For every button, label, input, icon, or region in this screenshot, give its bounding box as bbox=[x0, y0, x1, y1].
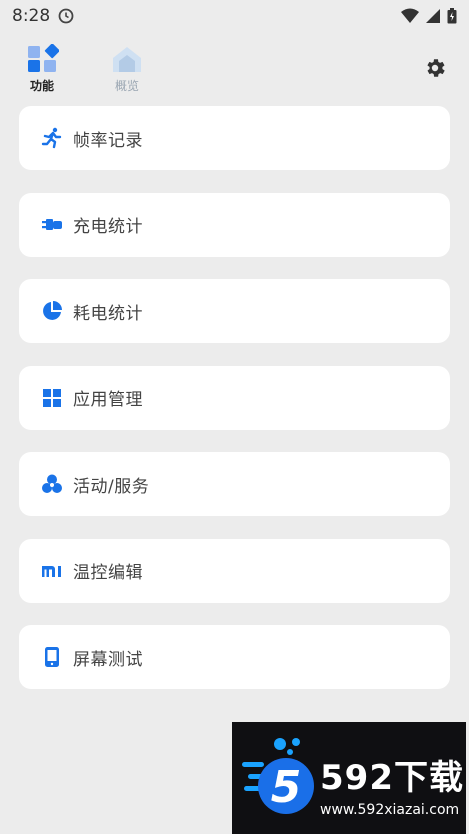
svg-text:5: 5 bbox=[271, 762, 302, 813]
cellular-signal-icon bbox=[426, 9, 440, 23]
status-time: 8:28 bbox=[12, 6, 51, 26]
home-icon bbox=[113, 47, 141, 72]
menu-item-activities-services[interactable]: 活动/服务 bbox=[19, 452, 450, 516]
watermark-592xiazai: 5 592下载 www.592xiazai.com bbox=[232, 722, 466, 834]
menu-item-charging-stats[interactable]: 充电统计 bbox=[19, 192, 450, 257]
feature-menu: 帧率记录 充电统计 耗电统计 应用管理 活动/服务 温控编辑 屏幕测试 bbox=[19, 106, 450, 712]
watermark-url: www.592xiazai.com bbox=[320, 802, 460, 818]
menu-item-power-consumption-stats[interactable]: 耗电统计 bbox=[19, 279, 450, 343]
status-bar: 8:28 bbox=[0, 0, 469, 32]
tab-label: 功能 bbox=[29, 79, 54, 93]
running-icon bbox=[41, 127, 63, 149]
grid-icon bbox=[41, 387, 63, 409]
phone-screen-icon bbox=[41, 646, 63, 668]
menu-item-label: 应用管理 bbox=[73, 390, 143, 410]
menu-item-thermal-control-edit[interactable]: 温控编辑 bbox=[19, 538, 450, 603]
battery-icon bbox=[447, 8, 457, 24]
watermark-title: 592下载 bbox=[320, 758, 464, 798]
menu-item-frame-rate-record[interactable]: 帧率记录 bbox=[19, 106, 450, 170]
menu-item-label: 屏幕测试 bbox=[73, 649, 143, 670]
menu-item-app-management[interactable]: 应用管理 bbox=[19, 365, 450, 430]
menu-item-label: 耗电统计 bbox=[73, 303, 143, 324]
functions-icon bbox=[28, 44, 59, 72]
wifi-icon bbox=[401, 8, 419, 23]
menu-item-label: 充电统计 bbox=[73, 217, 143, 237]
status-right bbox=[401, 8, 457, 24]
circles-icon bbox=[41, 473, 63, 495]
pie-chart-icon bbox=[41, 300, 63, 322]
menu-item-label: 帧率记录 bbox=[73, 130, 143, 151]
watermark-logo-icon: 5 bbox=[242, 738, 314, 814]
tab-functions[interactable]: 功能 bbox=[12, 44, 72, 94]
clock-icon bbox=[58, 8, 74, 24]
settings-gear-icon[interactable] bbox=[423, 56, 447, 80]
charging-plug-icon bbox=[41, 214, 63, 236]
status-left: 8:28 bbox=[12, 6, 74, 26]
tab-label: 概览 bbox=[114, 79, 139, 93]
header: 功能 概览 bbox=[0, 38, 469, 98]
mi-logo-icon bbox=[41, 560, 63, 582]
menu-item-screen-test[interactable]: 屏幕测试 bbox=[19, 625, 450, 689]
tab-overview[interactable]: 概览 bbox=[97, 44, 157, 94]
menu-item-label: 温控编辑 bbox=[73, 563, 143, 583]
menu-item-label: 活动/服务 bbox=[73, 476, 150, 497]
